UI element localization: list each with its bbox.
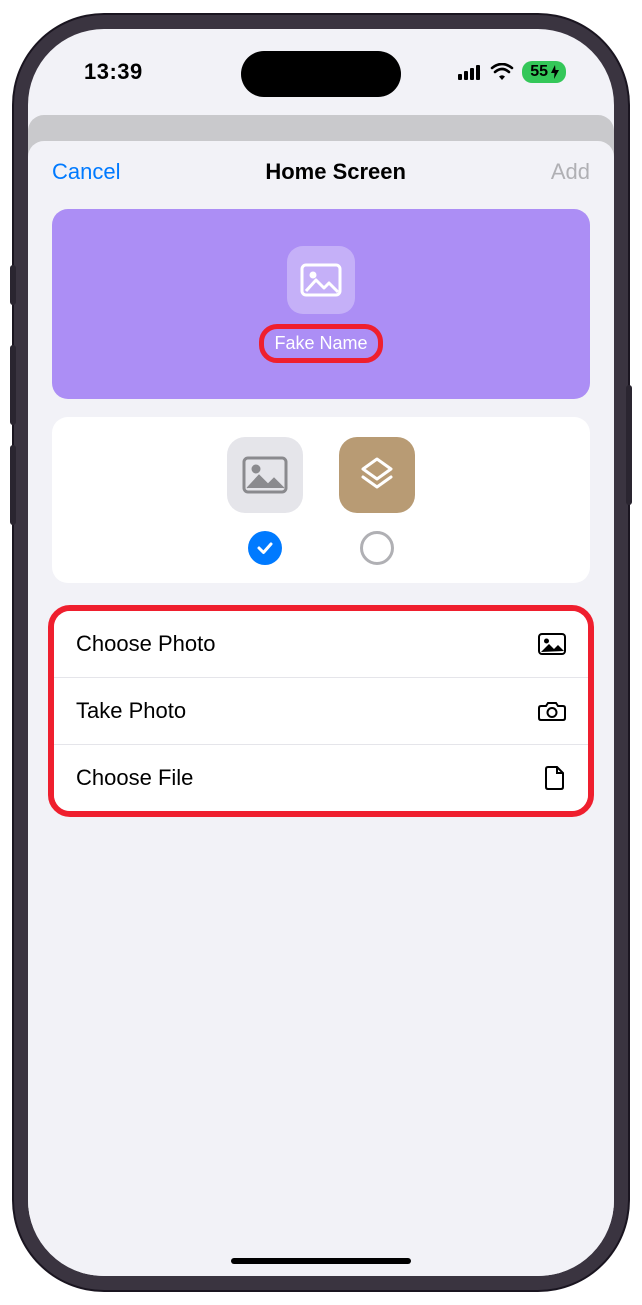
checkmark-icon <box>255 538 275 558</box>
home-indicator[interactable] <box>231 1258 411 1264</box>
status-right: 55 <box>458 61 566 83</box>
charging-icon <box>550 65 560 79</box>
phone-frame: 13:39 55 Cancel Home Screen Add <box>14 15 628 1290</box>
custom-image-option[interactable] <box>227 437 303 513</box>
shortcuts-glyph-option[interactable] <box>339 437 415 513</box>
add-button[interactable]: Add <box>551 159 590 185</box>
camera-icon <box>538 700 566 722</box>
take-photo-item[interactable]: Take Photo <box>54 678 588 745</box>
image-icon <box>538 633 566 655</box>
sheet-title: Home Screen <box>265 159 406 185</box>
shortcuts-icon <box>355 453 399 497</box>
preview-icon-tile <box>287 246 355 314</box>
dynamic-island <box>241 51 401 97</box>
action-list: Choose Photo Take Photo Choose File <box>54 611 588 811</box>
battery-indicator: 55 <box>522 61 566 83</box>
icon-row <box>227 437 415 513</box>
choose-photo-item[interactable]: Choose Photo <box>54 611 588 678</box>
radio-shortcuts-glyph[interactable] <box>360 531 394 565</box>
cancel-button[interactable]: Cancel <box>52 159 120 185</box>
choose-file-label: Choose File <box>76 765 193 791</box>
volume-up-button <box>10 345 16 425</box>
radio-row <box>248 531 394 565</box>
take-photo-label: Take Photo <box>76 698 186 724</box>
image-icon <box>300 263 342 297</box>
choose-file-item[interactable]: Choose File <box>54 745 588 811</box>
choose-photo-label: Choose Photo <box>76 631 215 657</box>
power-button <box>626 385 632 505</box>
mute-switch <box>10 265 16 305</box>
cellular-icon <box>458 64 482 80</box>
action-list-highlight: Choose Photo Take Photo Choose File <box>48 605 594 817</box>
image-icon <box>242 456 288 494</box>
icon-style-picker <box>52 417 590 583</box>
battery-level: 55 <box>530 63 548 81</box>
radio-custom-image[interactable] <box>248 531 282 565</box>
sheet-header: Cancel Home Screen Add <box>28 159 614 201</box>
shortcut-name-field[interactable]: Fake Name <box>274 333 367 354</box>
status-time: 13:39 <box>84 59 143 85</box>
modal-sheet: Cancel Home Screen Add Fake Name <box>28 141 614 1276</box>
name-highlight: Fake Name <box>259 324 382 363</box>
icon-preview-card: Fake Name <box>52 209 590 399</box>
wifi-icon <box>490 63 514 81</box>
screen: 13:39 55 Cancel Home Screen Add <box>28 29 614 1276</box>
file-icon <box>544 765 566 791</box>
volume-down-button <box>10 445 16 525</box>
